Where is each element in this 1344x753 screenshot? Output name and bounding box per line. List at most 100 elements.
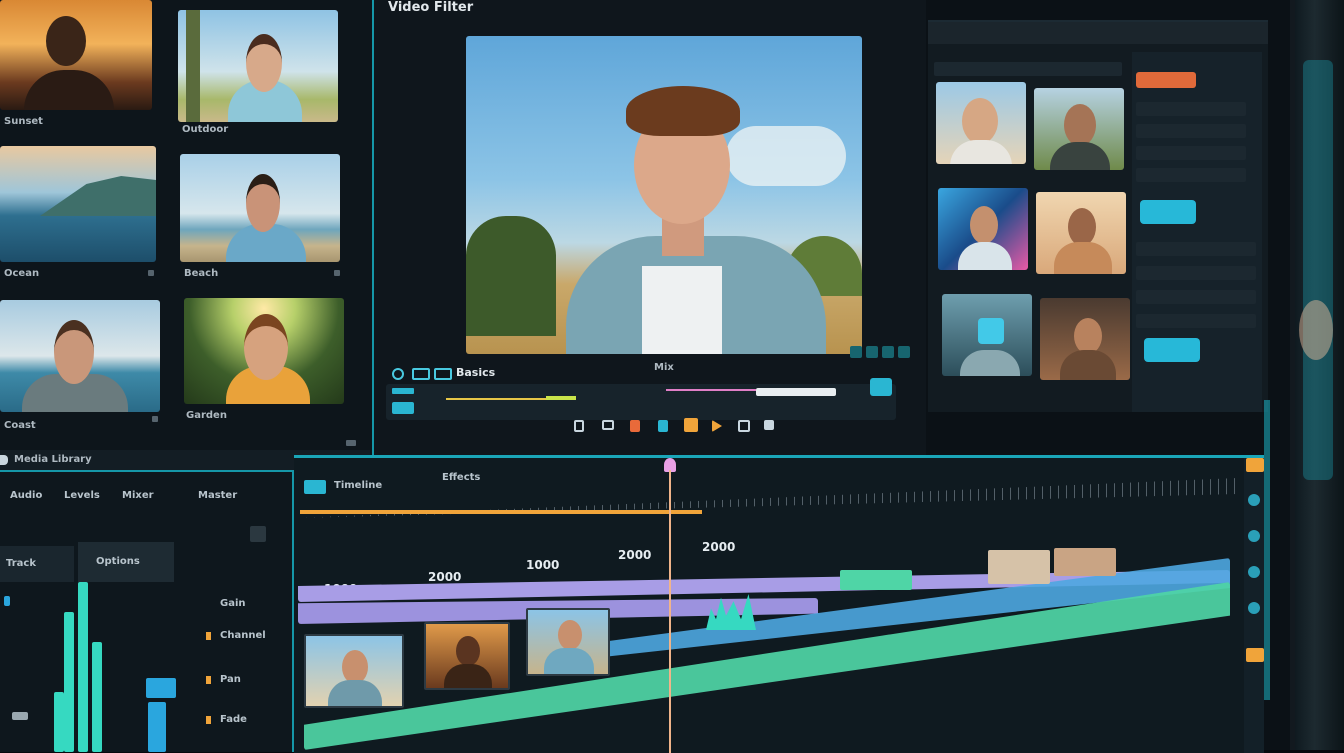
work-area-bar[interactable]: [300, 510, 702, 514]
collapse-icon[interactable]: [250, 526, 266, 542]
property-slider[interactable]: [1136, 242, 1256, 256]
viewer-controls-label: Basics: [456, 366, 496, 379]
background-light: [1299, 300, 1333, 360]
property-slider[interactable]: [1136, 102, 1246, 116]
effect-thumb[interactable]: [1034, 88, 1124, 170]
ripple-icon[interactable]: [602, 420, 614, 430]
audio-mode-label: Options: [96, 556, 140, 567]
tab-audio[interactable]: Audio: [10, 490, 42, 501]
audio-mode-track[interactable]: Track: [0, 546, 74, 582]
viewer-timecode-label: Mix: [654, 362, 674, 373]
video-preview[interactable]: [466, 36, 862, 354]
marker-icon[interactable]: [630, 420, 640, 432]
media-label: Outdoor: [182, 124, 229, 135]
media-bin-panel: Sunset Outdoor Ocean Beach Coast Garden: [0, 0, 374, 470]
media-thumb-ocean[interactable]: [0, 146, 156, 262]
effects-tabs: [928, 22, 1268, 44]
audio-mode-options[interactable]: Options: [78, 542, 174, 582]
effect-thumb[interactable]: [942, 294, 1032, 376]
timeline-toggle-button[interactable]: [304, 480, 326, 494]
effect-clip[interactable]: [840, 570, 912, 590]
tab-mixer[interactable]: Mixer: [122, 490, 154, 501]
timeline-clip[interactable]: [424, 622, 510, 690]
track-controls: [1244, 458, 1264, 753]
timeline-panel: Timeline Effects 1000 2000 1000 2000 200…: [294, 455, 1264, 753]
media-label: Ocean: [4, 268, 40, 279]
timeline-clip[interactable]: [988, 550, 1050, 584]
options-icon[interactable]: [152, 416, 158, 422]
monitor-screen: Sunset Outdoor Ocean Beach Coast Garden: [0, 0, 1300, 753]
apply-button[interactable]: [1140, 200, 1196, 224]
timeline-header-mid: Effects: [442, 472, 481, 483]
view-option-icon[interactable]: [866, 346, 878, 358]
monitor-accent-edge: [1264, 400, 1270, 700]
track-toggle-icon[interactable]: [1246, 458, 1264, 472]
folder-icon: [0, 455, 8, 465]
tab-master[interactable]: Master: [198, 490, 237, 501]
timeline-clip[interactable]: [304, 634, 404, 708]
track-visibility-icon[interactable]: [1248, 530, 1260, 542]
ruler-label: 2000: [428, 570, 462, 584]
audio-row-label: Pan: [220, 674, 241, 685]
fit-icon[interactable]: [434, 368, 452, 380]
options-icon[interactable]: [334, 270, 340, 276]
scrub-bar[interactable]: [386, 378, 896, 420]
media-label: Sunset: [4, 116, 43, 127]
record-icon[interactable]: [712, 420, 722, 432]
track-toggle-icon[interactable]: [1246, 648, 1264, 662]
audio-panel: Audio Levels Mixer Master Track Options …: [0, 470, 294, 752]
in-point-button[interactable]: [392, 388, 414, 394]
lock-icon[interactable]: [684, 418, 698, 432]
property-slider[interactable]: [1136, 168, 1246, 182]
timeline-clip[interactable]: [526, 608, 610, 676]
level-meter: [148, 702, 166, 752]
options-icon[interactable]: [148, 270, 154, 276]
video-viewer: Video Filter Basics Mix: [374, 0, 926, 455]
media-bin-footer-label: Media Library: [14, 454, 92, 465]
timeline-clip[interactable]: [1054, 548, 1116, 576]
effects-panel: [928, 20, 1268, 412]
media-thumb-outdoor[interactable]: [178, 10, 338, 122]
audio-row-label: Fade: [220, 714, 247, 725]
audio-icon[interactable]: [738, 420, 750, 432]
effects-search[interactable]: [934, 62, 1122, 76]
close-icon[interactable]: [346, 440, 356, 446]
effect-thumb[interactable]: [936, 82, 1026, 164]
view-option-icon[interactable]: [850, 346, 862, 358]
track-visibility-icon[interactable]: [1248, 566, 1260, 578]
razor-icon[interactable]: [574, 420, 584, 432]
media-thumb-coast[interactable]: [0, 300, 160, 412]
property-slider[interactable]: [1136, 266, 1256, 280]
level-meter: [146, 678, 176, 698]
effect-thumb[interactable]: [1036, 192, 1126, 274]
timeline-header-left: Timeline: [334, 480, 383, 491]
property-slider[interactable]: [1136, 314, 1256, 328]
audio-meter: [54, 582, 124, 752]
media-thumb-sunset[interactable]: [0, 0, 152, 110]
audio-mode-label: Track: [6, 558, 36, 569]
track-visibility-icon[interactable]: [1248, 494, 1260, 506]
tab-levels[interactable]: Levels: [64, 490, 100, 501]
track-visibility-icon[interactable]: [1248, 602, 1260, 614]
playhead-line: [669, 470, 671, 753]
background-light: [1303, 60, 1333, 480]
aspect-icon[interactable]: [412, 368, 430, 380]
view-option-icon[interactable]: [898, 346, 910, 358]
media-thumb-garden[interactable]: [184, 298, 344, 404]
export-icon[interactable]: [764, 420, 774, 430]
loop-icon[interactable]: [392, 368, 404, 380]
play-button[interactable]: [392, 402, 414, 414]
audio-row-label: Channel: [220, 630, 266, 641]
property-slider[interactable]: [1136, 290, 1256, 304]
view-option-icon[interactable]: [882, 346, 894, 358]
snap-icon[interactable]: [658, 420, 668, 432]
fullscreen-button[interactable]: [870, 378, 892, 396]
property-slider[interactable]: [1136, 124, 1246, 138]
effect-thumb[interactable]: [1040, 298, 1130, 380]
property-slider[interactable]: [1136, 146, 1246, 160]
effect-thumb[interactable]: [938, 188, 1028, 270]
media-thumb-beach[interactable]: [180, 154, 340, 262]
media-label: Garden: [186, 410, 227, 421]
ruler-label: 2000: [702, 540, 736, 554]
apply-button[interactable]: [1144, 338, 1200, 362]
